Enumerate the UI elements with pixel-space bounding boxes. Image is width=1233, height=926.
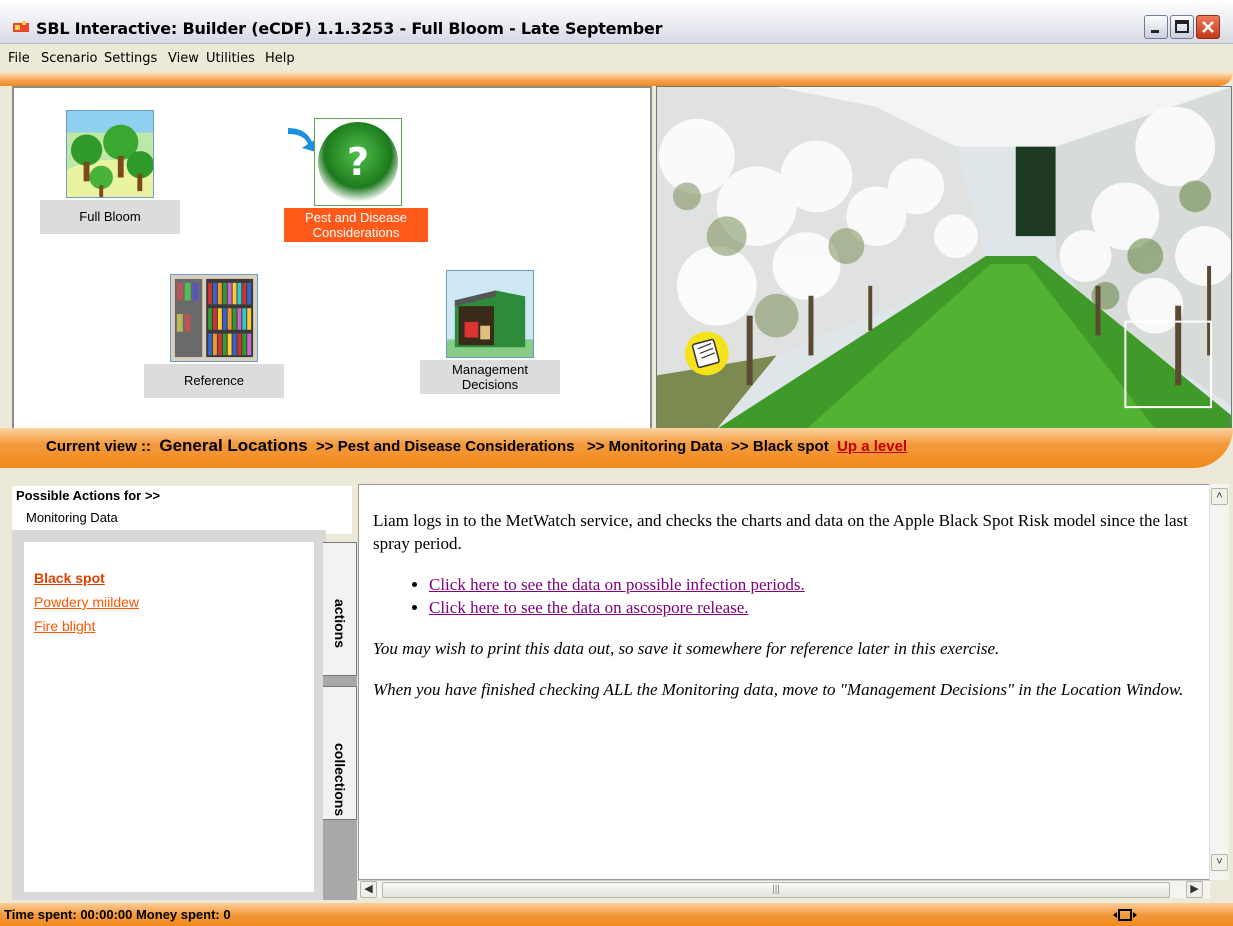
finish-note: When you have finished checking ALL the … <box>373 680 1184 699</box>
location-label: Management Decisions <box>420 360 560 394</box>
menu-file[interactable]: File <box>8 51 30 66</box>
tab-gap <box>323 676 357 686</box>
menu-bar: File Scenario Settings View Utilities He… <box>0 45 1233 72</box>
actions-title: Possible Actions for >> <box>16 488 161 503</box>
action-powdery-mildew[interactable]: Powdery miildew <box>34 594 139 610</box>
print-note: You may wish to print this data out, so … <box>373 639 1000 658</box>
header-band <box>0 72 1233 86</box>
notepad-hotspot-icon[interactable] <box>684 331 729 376</box>
scroll-up-button[interactable]: ˄ <box>1211 488 1228 505</box>
breadcrumb-root[interactable]: General Locations <box>159 436 307 455</box>
tab-actions-label: actions <box>332 599 348 649</box>
scroll-thumb[interactable]: ||| <box>382 882 1170 898</box>
tab-collections-label: collections <box>332 743 348 817</box>
content-panel: Liam logs in to the MetWatch service, an… <box>358 484 1210 880</box>
breadcrumb-pest[interactable]: >> Pest and Disease Considerations <box>316 438 574 455</box>
scroll-right-button[interactable]: ▶ <box>1186 881 1203 898</box>
maximize-button[interactable] <box>1170 15 1194 39</box>
tab-actions[interactable]: actions <box>323 542 357 676</box>
location-label: Reference <box>144 364 284 398</box>
breadcrumb-prefix: Current view :: <box>46 438 152 455</box>
question-icon: ? <box>314 118 402 206</box>
menu-utilities[interactable]: Utilities <box>206 51 255 66</box>
actions-header: Possible Actions for >> Monitoring Data <box>12 486 352 534</box>
window-title: SBL Interactive: Builder (eCDF) 1.1.3253… <box>36 19 663 38</box>
minimize-icon <box>1151 30 1159 33</box>
location-management[interactable]: Management Decisions <box>420 270 560 395</box>
bookshelf-icon <box>170 274 258 362</box>
orchard-icon <box>66 110 154 198</box>
maximize-icon <box>1175 20 1189 33</box>
ascospore-release-link[interactable]: Click here to see the data on ascospore … <box>429 598 749 617</box>
breadcrumb-monitoring[interactable]: >> Monitoring Data <box>587 438 723 455</box>
app-icon <box>13 21 29 32</box>
resize-icon[interactable] <box>1111 908 1139 922</box>
location-window: Full Bloom ? Pest and Disease Considerat… <box>12 86 652 430</box>
scroll-left-button[interactable]: ◀ <box>360 881 377 898</box>
actions-subtitle: Monitoring Data <box>26 510 118 525</box>
scene-image <box>656 86 1232 430</box>
infection-periods-link[interactable]: Click here to see the data on possible i… <box>429 575 805 594</box>
status-text: Time spent: 00:00:00 Money spent: 0 <box>4 907 231 922</box>
menu-view[interactable]: View <box>168 51 199 66</box>
link-list: Click here to see the data on possible i… <box>429 573 1203 619</box>
horizontal-scrollbar[interactable]: ◀ ||| ▶ <box>358 880 1210 898</box>
location-label-active: Pest and Disease Considerations <box>284 208 428 242</box>
intro-text: Liam logs in to the MetWatch service, an… <box>373 511 1188 553</box>
status-bar: Time spent: 00:00:00 Money spent: 0 <box>0 903 1233 926</box>
menu-settings[interactable]: Settings <box>104 51 157 66</box>
minimize-button[interactable] <box>1144 15 1168 39</box>
breadcrumb: Current view :: General Locations >> Pes… <box>0 428 1233 468</box>
title-bar: SBL Interactive: Builder (eCDF) 1.1.3253… <box>0 0 1233 44</box>
location-pest-disease[interactable]: ? Pest and Disease Considerations <box>284 110 434 245</box>
location-reference[interactable]: Reference <box>144 274 284 399</box>
up-a-level-link[interactable]: Up a level <box>837 438 907 455</box>
menu-help[interactable]: Help <box>265 51 295 66</box>
location-label: Full Bloom <box>40 200 180 234</box>
svg-text:?: ? <box>347 140 369 184</box>
vertical-scrollbar[interactable]: ˄ ˅ <box>1209 484 1229 880</box>
location-full-bloom[interactable]: Full Bloom <box>40 110 180 240</box>
tab-collections[interactable]: collections <box>323 686 357 820</box>
list-item: Click here to see the data on possible i… <box>429 573 1203 596</box>
close-button[interactable] <box>1196 15 1220 39</box>
menu-scenario[interactable]: Scenario <box>41 51 98 66</box>
breadcrumb-black-spot: >> Black spot <box>731 438 829 455</box>
action-black-spot[interactable]: Black spot <box>34 570 105 586</box>
action-fire-blight[interactable]: Fire blight <box>34 618 95 634</box>
close-icon <box>1202 21 1214 33</box>
list-item: Click here to see the data on ascospore … <box>429 596 1203 619</box>
shed-icon <box>446 270 534 358</box>
scroll-down-button[interactable]: ˅ <box>1211 854 1228 871</box>
tab-gap <box>323 820 357 900</box>
